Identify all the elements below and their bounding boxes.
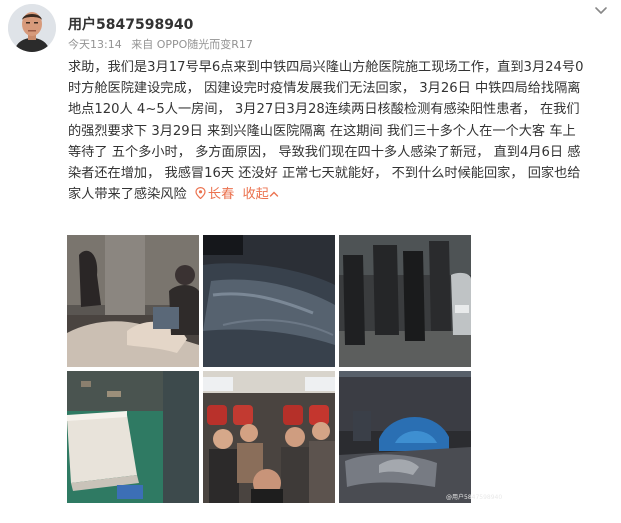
photo-watermark: @用户5847598940 bbox=[446, 494, 503, 501]
location-link[interactable]: 长春 bbox=[191, 187, 239, 202]
location-label: 长春 bbox=[207, 187, 235, 203]
post-text-line: 染者还在增加， 我感冒16天 还没好 正常七天就能好， 不到什么时候能回家， 回… bbox=[68, 165, 581, 181]
photo-bus-interior[interactable] bbox=[203, 371, 335, 503]
post-source[interactable]: 来自 OPPO随光而变R17 bbox=[131, 38, 253, 51]
post-text-line: 求助，我们是3月17号早6点来到中铁四局兴隆山方舱医院施工现场工作，直到3月24… bbox=[68, 60, 584, 75]
post-text-line: 家人带来了感染风险 bbox=[68, 187, 187, 203]
photo-dorm-room[interactable] bbox=[67, 235, 199, 367]
chevron-up-icon bbox=[269, 191, 279, 197]
post-text-line: 的强烈要求下 3月29日 来到兴隆山医院隔离 在这期间 我们三十多个人在一个大客… bbox=[68, 123, 576, 139]
collapse-label: 收起 bbox=[242, 187, 269, 203]
post-text: 求助，我们是3月17号早6点来到中铁四局兴隆山方舱医院施工现场工作，直到3月24… bbox=[68, 57, 613, 205]
photo-people-standing[interactable] bbox=[339, 235, 471, 367]
photo-mattress-floor[interactable] bbox=[67, 371, 199, 503]
post-text-line: 等待了 五个多小时， 多方面原因， 导致我们现在四十多人感染了新冠， 直到4月6… bbox=[68, 144, 581, 160]
chevron-down-icon[interactable] bbox=[592, 2, 610, 20]
post-meta: 今天13:14 来自 OPPO随光而变R17 bbox=[68, 36, 259, 52]
location-pin-icon bbox=[195, 187, 206, 200]
post-text-line: 地点120人 4~5人一房间， 3月27日3月28连续两日核酸检测有感染阳性患者… bbox=[68, 102, 580, 118]
collapse-button[interactable]: 收起 bbox=[242, 187, 279, 203]
photo-tent-bed[interactable] bbox=[339, 371, 471, 503]
avatar[interactable] bbox=[8, 4, 56, 52]
post-time: 今天13:14 bbox=[68, 38, 122, 51]
post-text-last-line: 家人带来了感染风险 长春 收起 bbox=[68, 184, 613, 205]
username[interactable]: 用户5847598940 bbox=[68, 14, 193, 34]
post-text-line: 时方舱医院建设完成， 因建设完时疫情发展我们无法回家， 3月26日 中铁四局给找… bbox=[68, 81, 581, 97]
photo-car-windshield[interactable] bbox=[203, 235, 335, 367]
